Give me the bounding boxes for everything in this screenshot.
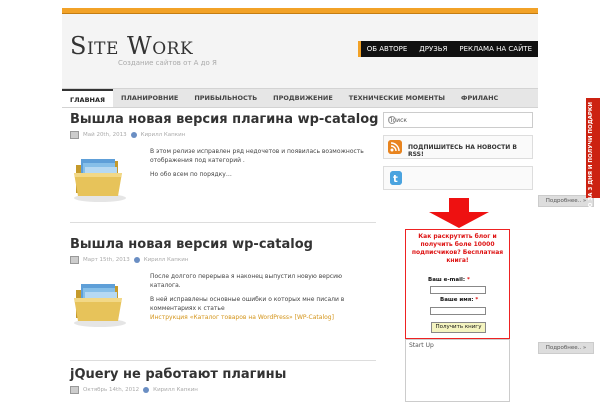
twitter-box[interactable]: t [383,166,533,190]
post-paragraph: В ней исправлены основные ошибки о котор… [150,296,345,312]
email-label: Ваш e-mail: * [428,277,470,283]
nav-item-technical[interactable]: ТЕХНИЧЕСКИЕ МОМЕНТЫ [341,89,453,107]
promo-text: Как раскрутить блог и получить боле 1000… [411,233,504,264]
get-book-button[interactable]: Получить книгу [431,322,486,333]
name-field[interactable] [430,307,486,315]
user-icon [130,132,137,138]
post-title[interactable]: Вышла новая версия плагина wp-catalog 1.… [70,112,406,127]
top-navigation: ОБ АВТОРЕ ДРУЗЬЯ РЕКЛАМА НА САЙТЕ [357,41,538,57]
nav-item-freelance[interactable]: ФРИЛАНС [453,89,506,107]
promo-subscribe-form: Как раскрутить блог и получить боле 1000… [405,229,510,339]
topnav-item-advertising[interactable]: РЕКЛАМА НА САЙТЕ [453,41,538,57]
nav-item-promotion[interactable]: ПРОДВИЖЕНИЕ [265,89,341,107]
site-logo[interactable]: Site Work [70,32,193,60]
calendar-icon [70,256,79,264]
user-icon [143,387,150,393]
nav-item-profitability[interactable]: ПРИБЫЛЬНОСТЬ [186,89,265,107]
post-meta: Март 15th, 2013 Кирилл Капкин [70,256,376,264]
arrow-down-icon [429,198,489,228]
post-paragraph: После долгого перерыва я наконец выпусти… [150,273,343,289]
post-date: Март 15th, 2013 [83,257,130,263]
rss-label: ПОДПИШИТЕСЬ НА НОВОСТИ В RSS! [408,144,517,158]
post-paragraph: Но обо всем по порядку… [150,171,232,178]
read-more-button[interactable]: Подробнее.. » [538,342,594,354]
name-required-mark: * [475,297,479,303]
side-promo-tab[interactable]: РЕКОМЕНДУЮ ЗА 3 ДНЯ И ПОЛУЧИ ПОДАРКИ [586,98,600,249]
nav-item-home[interactable]: ГЛАВНАЯ [62,89,114,107]
calendar-icon [70,131,79,139]
twitter-icon: t [390,171,402,185]
name-label-text: Ваше имя: [440,297,474,303]
side-tab-label: РЕКОМЕНДУЮ ЗА 3 ДНЯ И ПОЛУЧИ ПОДАРКИ [588,102,594,249]
folder-icon [74,284,126,327]
post-date: Май 20th, 2013 [83,132,127,138]
post-title[interactable]: jQuery не работают плагины [70,367,376,382]
post-body: После долгого перерыва я наконец выпусти… [70,272,376,338]
email-field[interactable] [430,286,486,294]
post-meta: Май 20th, 2013 Кирилл Капкин [70,131,376,139]
post-author[interactable]: Кирилл Капкин [144,257,189,263]
nav-item-planning[interactable]: ПЛАНИРОВНИЕ [113,89,186,107]
site-tagline: Создание сайтов от А до Я [118,59,217,67]
post-3: jQuery не работают плагины Октябрь 14th,… [70,367,376,394]
calendar-icon [70,386,79,394]
name-label: Ваше имя: * [440,297,478,303]
search-icon[interactable] [388,116,396,124]
post-1: Вышла новая версия плагина wp-catalog 1.… [70,112,406,213]
folder-icon [74,159,126,202]
startup-widget: Start Up [405,339,510,402]
startup-label: Start Up [409,342,434,349]
post-divider [70,222,376,223]
email-label-text: Ваш e-mail: [428,277,466,283]
post-link[interactable]: Инструкция «Каталог товаров на WordPress… [150,313,370,322]
post-2: Вышла новая версия wp-catalog Март 15th,… [70,237,376,338]
topnav-item-about[interactable]: ОБ АВТОРЕ [357,41,414,57]
search-input[interactable]: Поиск [383,112,533,128]
post-author[interactable]: Кирилл Капкин [141,132,186,138]
post-title[interactable]: Вышла новая версия wp-catalog [70,237,376,252]
post-excerpt: После долгого перерыва я наконец выпусти… [150,272,370,327]
post-excerpt: В этом релизе исправлен ряд недочетов и … [150,147,370,184]
user-icon [133,257,140,263]
site-header: Site Work Создание сайтов от А до Я ОБ А… [62,14,538,88]
post-author[interactable]: Кирилл Капкин [153,387,198,393]
rss-icon [388,140,402,154]
post-body: В этом релизе исправлен ряд недочетов и … [70,147,376,213]
email-required-mark: * [467,277,470,283]
post-paragraph: В этом релизе исправлен ряд недочетов и … [150,148,364,164]
topnav-item-friends[interactable]: ДРУЗЬЯ [413,41,453,57]
rss-subscribe-box[interactable]: ПОДПИШИТЕСЬ НА НОВОСТИ В RSS! [383,135,533,159]
post-meta: Октябрь 14th, 2012 Кирилл Капкин [70,386,376,394]
post-date: Октябрь 14th, 2012 [83,387,140,393]
main-navigation: ГЛАВНАЯ ПЛАНИРОВНИЕ ПРИБЫЛЬНОСТЬ ПРОДВИЖ… [62,88,538,108]
post-divider [70,360,376,361]
svg-text:t: t [393,174,398,185]
